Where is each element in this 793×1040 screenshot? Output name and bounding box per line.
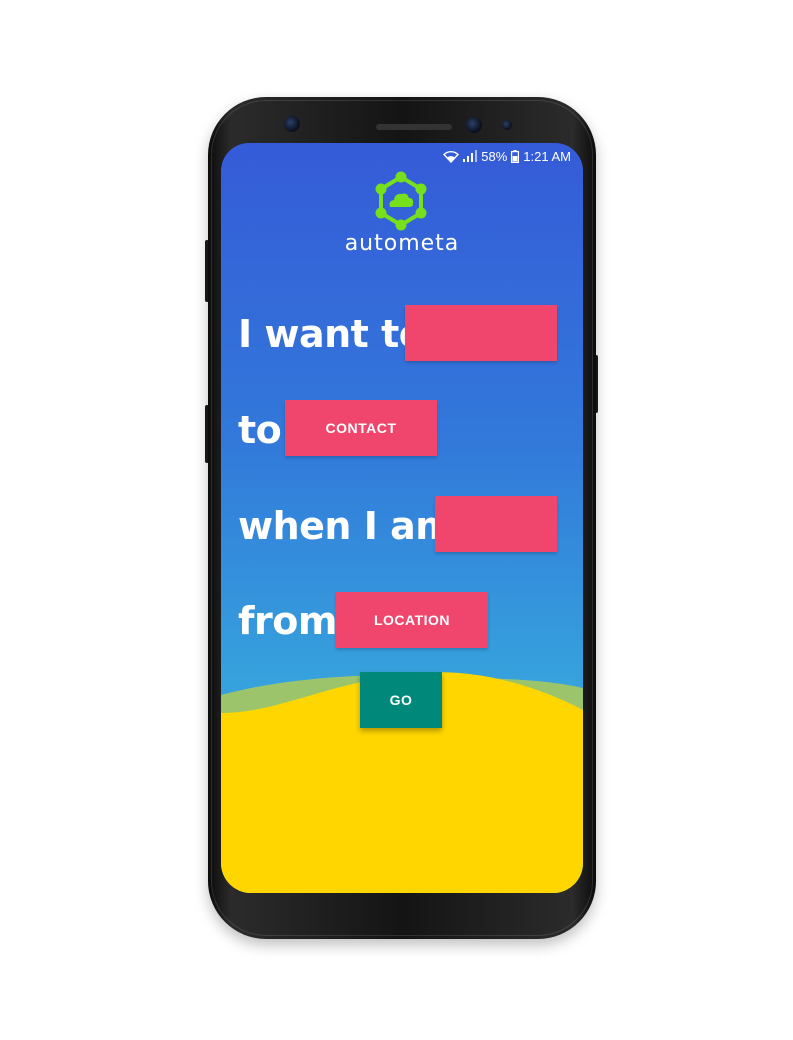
signal-icon: [463, 150, 478, 162]
go-button[interactable]: GO: [360, 672, 442, 728]
front-camera-icon: [284, 116, 300, 132]
wifi-icon: [443, 150, 460, 163]
brand-name: autometa: [344, 231, 460, 256]
sentence-line-2: to: [238, 408, 282, 452]
status-bar: 58% 1:21 AM: [443, 147, 571, 165]
proximity-sensor-icon: [502, 120, 512, 130]
sentence-line-1: I want to: [238, 312, 425, 356]
sentence-line-4: from: [238, 599, 337, 643]
contact-button[interactable]: CONTACT: [285, 400, 437, 456]
app-screen: 58% 1:21 AM autometa I want to to CONTAC…: [221, 143, 583, 893]
iris-sensor-icon: [466, 117, 482, 133]
condition-selector-button[interactable]: [435, 496, 557, 552]
location-button[interactable]: LOCATION: [336, 592, 488, 648]
battery-percent: 58%: [481, 148, 508, 164]
clock: 1:21 AM: [523, 148, 571, 164]
sentence-line-3: when I am: [238, 504, 455, 548]
action-selector-button[interactable]: [405, 305, 557, 361]
cloud-network-icon: [375, 171, 427, 231]
earpiece-speaker: [376, 124, 452, 130]
battery-icon: [511, 149, 520, 163]
